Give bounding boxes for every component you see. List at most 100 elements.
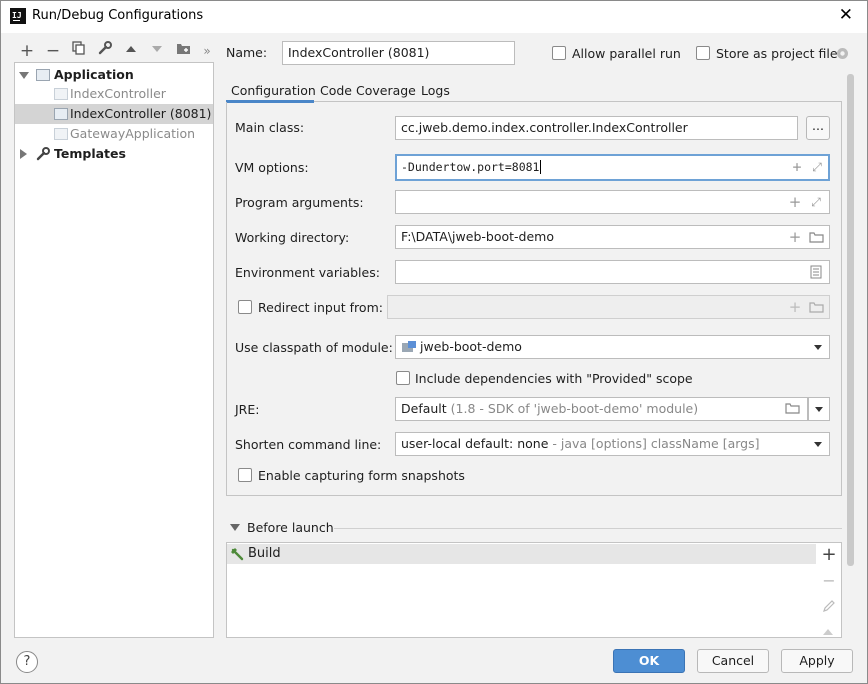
remove-icon[interactable]: − [43, 41, 63, 61]
close-icon[interactable]: ✕ [839, 5, 853, 25]
copy-icon[interactable] [69, 41, 89, 61]
shorten-command-select[interactable]: user-local default: none - java [options… [395, 432, 830, 456]
add-icon[interactable]: + [787, 191, 803, 213]
ok-button[interactable]: OK [613, 649, 685, 673]
tree-item[interactable]: IndexController [15, 84, 213, 104]
working-directory-input[interactable]: F:\DATA\jweb-boot-demo [395, 225, 830, 249]
wrench-icon[interactable] [95, 41, 115, 61]
before-launch-title: Before launch [247, 520, 334, 535]
redirect-input-label: Redirect input from: [258, 300, 383, 315]
form-snapshots-label: Enable capturing form snapshots [258, 468, 465, 483]
redirect-input-checkbox[interactable] [238, 300, 252, 314]
move-up-icon[interactable] [822, 627, 834, 637]
list-item[interactable]: Build [227, 544, 816, 564]
folder-icon[interactable] [809, 302, 824, 313]
add-icon[interactable]: + [818, 544, 840, 566]
name-input[interactable]: IndexController (8081) [282, 41, 515, 65]
tree-group-templates[interactable]: Templates [15, 144, 213, 164]
tab-configuration[interactable]: Configuration [231, 83, 316, 98]
vm-options-value: -Dundertow.port=8081 [401, 160, 540, 174]
main-class-label: Main class: [235, 120, 305, 135]
shorten-command-label: Shorten command line: [235, 437, 382, 452]
configuration-icon [54, 88, 68, 100]
wrench-icon [36, 147, 50, 161]
configuration-icon [54, 128, 68, 140]
jre-select[interactable]: Default (1.8 - SDK of 'jweb-boot-demo' m… [395, 397, 808, 421]
form-snapshots-checkbox[interactable] [238, 468, 252, 482]
add-icon[interactable]: + [789, 156, 805, 178]
move-down-icon[interactable] [147, 41, 167, 61]
module-icon [402, 341, 416, 352]
browse-class-button[interactable]: ... [806, 116, 830, 140]
add-icon[interactable]: + [787, 226, 803, 248]
main-class-input[interactable]: cc.jweb.demo.index.controller.IndexContr… [395, 116, 798, 140]
folder-icon[interactable] [809, 232, 824, 243]
configuration-icon [54, 108, 68, 120]
classpath-value: jweb-boot-demo [420, 339, 522, 354]
store-project-label: Store as project file [716, 46, 838, 61]
help-button[interactable]: ? [16, 651, 38, 673]
include-dependencies-checkbox[interactable] [396, 371, 410, 385]
classpath-select[interactable]: jweb-boot-demo [395, 335, 830, 359]
application-icon [36, 69, 50, 81]
move-up-icon[interactable] [121, 41, 141, 61]
expand-icon[interactable]: ⤢ [809, 156, 825, 178]
hammer-icon [231, 548, 244, 561]
environment-variables-label: Environment variables: [235, 265, 380, 280]
tree-group-application[interactable]: Application [15, 65, 213, 85]
store-project-checkbox[interactable] [696, 46, 710, 60]
cancel-button[interactable]: Cancel [697, 649, 769, 673]
allow-parallel-label: Allow parallel run [572, 46, 681, 61]
environment-variables-input[interactable] [395, 260, 830, 284]
scrollbar-thumb[interactable] [847, 74, 854, 566]
configurations-tree: Application IndexController IndexControl… [14, 62, 214, 638]
folder-add-icon[interactable] [173, 41, 193, 61]
tree-item-label: GatewayApplication [70, 126, 196, 141]
jre-label: JRE: [235, 402, 260, 417]
tree-group-label: Templates [54, 146, 126, 161]
program-arguments-label: Program arguments: [235, 195, 364, 210]
window-title: Run/Debug Configurations [32, 8, 204, 23]
document-icon[interactable] [810, 265, 822, 279]
run-debug-dialog: IJ Run/Debug Configurations ✕ + − » Appl… [0, 0, 868, 684]
tab-logs[interactable]: Logs [421, 83, 450, 98]
add-icon[interactable]: + [787, 296, 803, 318]
remove-icon[interactable]: − [818, 570, 840, 592]
chevron-down-icon[interactable] [814, 345, 822, 350]
tree-item-selected[interactable]: IndexController (8081) [15, 104, 213, 124]
classpath-label: Use classpath of module: [235, 340, 393, 355]
shorten-command-hint: - java [options] className [args] [548, 436, 760, 451]
include-dependencies-label: Include dependencies with "Provided" sco… [415, 371, 693, 386]
vm-options-input[interactable]: -Dundertow.port=8081 + ⤢ [395, 154, 830, 181]
program-arguments-input[interactable] [395, 190, 830, 214]
expand-icon[interactable]: ⤢ [808, 191, 824, 213]
list-item-label: Build [248, 546, 281, 561]
more-actions-icon[interactable]: » [197, 41, 217, 61]
add-icon[interactable]: + [17, 41, 37, 61]
title-bar: IJ Run/Debug Configurations ✕ [1, 1, 867, 33]
expand-icon[interactable] [19, 72, 29, 79]
gear-icon[interactable] [835, 46, 850, 61]
intellij-app-icon: IJ [10, 8, 26, 24]
jre-dropdown-button[interactable] [808, 397, 830, 421]
tree-item-label: IndexController [70, 86, 166, 101]
shorten-command-value: user-local default: none [401, 436, 549, 451]
jre-value: Default [401, 401, 447, 416]
jre-hint: (1.8 - SDK of 'jweb-boot-demo' module) [450, 401, 699, 416]
chevron-down-icon[interactable] [814, 442, 822, 447]
redirect-input-field[interactable] [387, 295, 830, 319]
tree-group-label: Application [54, 67, 134, 82]
pencil-icon[interactable] [822, 599, 836, 613]
allow-parallel-checkbox[interactable] [552, 46, 566, 60]
tab-code-coverage[interactable]: Code Coverage [320, 83, 416, 98]
folder-icon[interactable] [785, 403, 800, 414]
collapse-before-launch-icon[interactable] [230, 524, 240, 531]
tree-item-label: IndexController (8081) [70, 106, 212, 121]
tree-item[interactable]: GatewayApplication [15, 124, 213, 144]
collapse-icon[interactable] [20, 149, 27, 159]
apply-button[interactable]: Apply [781, 649, 853, 673]
chevron-down-icon[interactable] [815, 407, 823, 412]
name-label: Name: [226, 45, 268, 60]
separator [334, 528, 842, 529]
before-launch-list: Build [226, 542, 842, 638]
